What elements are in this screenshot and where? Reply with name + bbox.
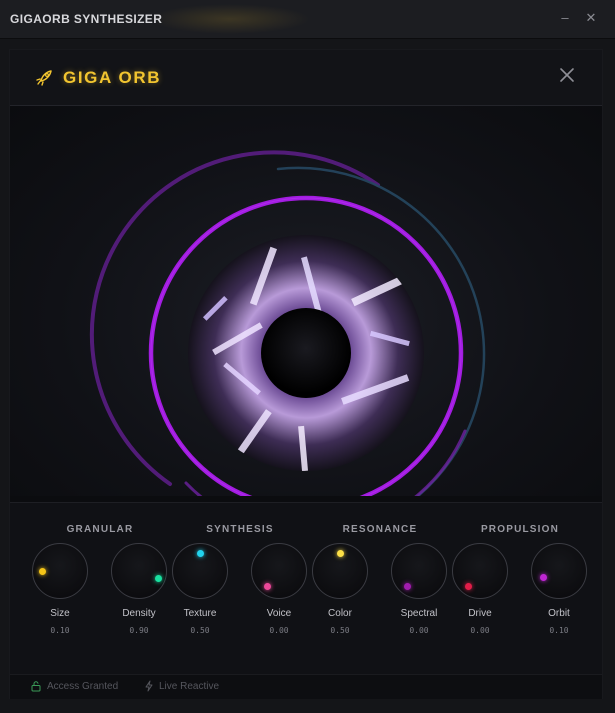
- rocket-icon: [36, 70, 52, 86]
- knob-label-color: Color: [328, 608, 352, 619]
- minimize-button[interactable]: –: [556, 9, 574, 27]
- panel-header: GIGA ORB: [10, 50, 602, 106]
- knob-indicator: [155, 575, 162, 582]
- section-title-propulsion: PROPULSION: [480, 524, 560, 535]
- knob-color[interactable]: [312, 543, 368, 599]
- close-icon[interactable]: [558, 66, 576, 84]
- knob-value-texture: 0.50: [190, 626, 210, 635]
- window-close-button[interactable]: ✕: [582, 9, 600, 27]
- knob-drive[interactable]: [452, 543, 508, 599]
- knob-value-density: 0.90: [129, 626, 149, 635]
- window-titlebar: GIGAORB SYNTHESIZER – ✕: [0, 0, 615, 39]
- controls-panel: GRANULAR SYNTHESIS RESONANCE PROPULSION: [10, 502, 602, 675]
- knob-value-drive: 0.00: [470, 626, 490, 635]
- knob-indicator: [197, 550, 204, 557]
- orb-visualizer[interactable]: [10, 106, 602, 496]
- orb-core-hole: [261, 308, 351, 398]
- knob-label-size: Size: [50, 608, 70, 619]
- knob-value-size: 0.10: [50, 626, 70, 635]
- status-live: Live Reactive: [159, 681, 220, 692]
- section-title-synthesis: SYNTHESIS: [206, 524, 274, 535]
- knob-label-density: Density: [122, 608, 156, 619]
- knob-voice[interactable]: [251, 543, 307, 599]
- knob-indicator: [404, 583, 411, 590]
- lock-icon: [31, 681, 41, 692]
- orb-graphic: [89, 150, 486, 496]
- knob-label-drive: Drive: [468, 608, 492, 619]
- app-title: GIGA ORB: [63, 68, 162, 87]
- knob-value-color: 0.50: [330, 626, 350, 635]
- knob-value-spectral: 0.00: [409, 626, 429, 635]
- knob-value-voice: 0.00: [269, 626, 289, 635]
- status-bar: Access Granted Live Reactive: [10, 674, 602, 699]
- knob-size[interactable]: [32, 543, 88, 599]
- knob-density[interactable]: [111, 543, 167, 599]
- knob-label-orbit: Orbit: [548, 608, 570, 619]
- knob-indicator: [540, 574, 547, 581]
- knob-label-voice: Voice: [266, 608, 292, 619]
- knob-indicator: [465, 583, 472, 590]
- knob-texture[interactable]: [172, 543, 228, 599]
- knob-label-spectral: Spectral: [400, 608, 438, 619]
- synth-panel: GIGA ORB GRANULAR SYNTHESIS RESONANCE PR…: [10, 50, 602, 699]
- knob-indicator: [264, 583, 271, 590]
- knob-value-orbit: 0.10: [549, 626, 569, 635]
- knob-label-texture: Texture: [183, 608, 217, 619]
- bolt-icon: [145, 680, 153, 692]
- status-access: Access Granted: [47, 681, 119, 692]
- knob-spectral[interactable]: [391, 543, 447, 599]
- window-title: GIGAORB SYNTHESIZER: [10, 12, 163, 26]
- knob-orbit[interactable]: [531, 543, 587, 599]
- knob-indicator: [39, 568, 46, 575]
- section-title-resonance: RESONANCE: [342, 524, 418, 535]
- section-title-granular: GRANULAR: [66, 524, 134, 535]
- knob-indicator: [337, 550, 344, 557]
